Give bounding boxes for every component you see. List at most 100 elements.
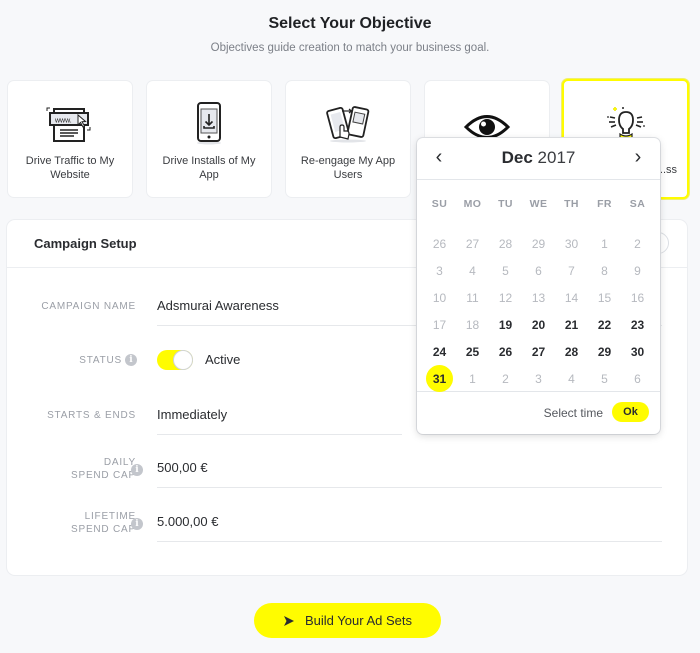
calendar-day[interactable]: 22 (588, 312, 621, 339)
weekday-label: MO (463, 198, 482, 210)
calendar-day[interactable]: 24 (423, 339, 456, 366)
calendar-day[interactable]: 27 (522, 339, 555, 366)
calendar-day-selected[interactable]: 31 (423, 365, 456, 393)
calendar-day[interactable]: 27 (456, 231, 489, 258)
campaign-name-label: CAMPAIGN NAME (41, 301, 136, 312)
calendar-day[interactable]: 26 (489, 339, 522, 366)
calendar-day[interactable]: 8 (588, 258, 621, 285)
calendar-day[interactable]: 16 (621, 285, 654, 312)
label-line: SPEND CAP (71, 470, 136, 481)
calendar-day[interactable]: 2 (621, 231, 654, 258)
calendar-day[interactable]: 30 (621, 339, 654, 366)
calendar-day[interactable]: 13 (522, 285, 555, 312)
lifetime-spend-cap-input[interactable]: 5.000,00 € (157, 514, 662, 542)
calendar-day[interactable]: 5 (489, 258, 522, 285)
label-line: SPEND CAP (71, 524, 136, 535)
lifetime-spend-cap-info-icon[interactable]: i (131, 518, 143, 530)
build-ad-sets-label: Build Your Ad Sets (305, 613, 412, 628)
calendar-day[interactable]: 12 (489, 285, 522, 312)
calendar-day[interactable]: 15 (588, 285, 621, 312)
calendar-day[interactable]: 11 (456, 285, 489, 312)
calendar-day[interactable]: 7 (555, 258, 588, 285)
label-line: DAILY (103, 457, 136, 468)
calendar-day[interactable]: 28 (489, 231, 522, 258)
weekday-label: SA (629, 198, 646, 210)
starts-ends-input[interactable]: Immediately (157, 407, 402, 435)
calendar-day[interactable]: 6 (522, 258, 555, 285)
calendar-day[interactable]: 5 (588, 366, 621, 393)
status-toggle[interactable] (157, 350, 193, 370)
weekday-header: SU MO TU WE TH FR SA (423, 198, 654, 210)
app-reengage-icon (286, 101, 410, 145)
toggle-knob (173, 350, 193, 370)
calendar-day[interactable]: 10 (423, 285, 456, 312)
calendar-week: 3456789 (423, 258, 654, 285)
date-picker: ‹ Dec 2017 › SU MO TU WE TH FR SA 26 27 28 29 30 1 2… (417, 138, 660, 434)
calendar-day[interactable]: 6 (621, 366, 654, 393)
objective-label: Re-engage My App Users (300, 155, 396, 181)
month-year-title: Dec 2017 (417, 148, 660, 168)
calendar-day[interactable]: 26 (423, 231, 456, 258)
calendar-day[interactable]: 20 (522, 312, 555, 339)
calendar-day[interactable]: 4 (456, 258, 489, 285)
select-time-link[interactable]: Select time (544, 406, 603, 420)
objective-card-app-installs[interactable]: Drive Installs of My App (147, 81, 271, 197)
calendar-day[interactable]: 25 (456, 339, 489, 366)
objective-label: Drive Installs of My App (162, 155, 256, 181)
year-label: 2017 (537, 148, 576, 167)
calendar-day[interactable]: 4 (555, 366, 588, 393)
calendar-day[interactable]: 29 (522, 231, 555, 258)
calendar-day[interactable]: 1 (456, 366, 489, 393)
status-label: STATUS (79, 355, 122, 366)
build-ad-sets-button[interactable]: Build Your Ad Sets (254, 603, 441, 638)
calendar-week: 24 25 26 27 28 29 30 (423, 339, 654, 366)
svg-text:www.: www. (54, 118, 72, 125)
status-value: Active (205, 352, 241, 367)
calendar-day[interactable]: 14 (555, 285, 588, 312)
calendar-day[interactable]: 3 (423, 258, 456, 285)
objective-label: Drive Traffic to My Website (25, 155, 115, 181)
calendar-day[interactable]: 18 (456, 312, 489, 339)
page-title: Select Your Objective (268, 15, 432, 32)
calendar-day[interactable]: 2 (489, 366, 522, 393)
calendar-day[interactable]: 23 (621, 312, 654, 339)
arrow-icon (284, 615, 294, 626)
calendar-day[interactable]: 28 (555, 339, 588, 366)
daily-spend-cap-input[interactable]: 500,00 € (157, 460, 662, 488)
calendar-day[interactable]: 21 (555, 312, 588, 339)
date-picker-header: ‹ Dec 2017 › (417, 138, 660, 180)
daily-spend-cap-info-icon[interactable]: i (131, 464, 143, 476)
weekday-label: TH (564, 198, 579, 210)
page-subtitle: Objectives guide creation to match your … (210, 42, 490, 54)
weekday-label: FR (597, 198, 612, 210)
daily-spend-cap-label: DAILY SPEND CAP (71, 456, 136, 482)
calendar-day[interactable]: 19 (489, 312, 522, 339)
calendar-day[interactable]: 1 (588, 231, 621, 258)
calendar-day[interactable]: 30 (555, 231, 588, 258)
weekday-label: TU (498, 198, 513, 210)
calendar-day[interactable]: 17 (423, 312, 456, 339)
ok-button[interactable]: Ok (612, 402, 649, 422)
starts-ends-label: STARTS & ENDS (47, 410, 136, 421)
calendar-week: 26 27 28 29 30 1 2 (423, 231, 654, 258)
calendar-week: 10 11 12 13 14 15 16 (423, 285, 654, 312)
status-info-icon[interactable]: i (125, 354, 137, 366)
website-icon: www. (8, 101, 132, 145)
app-install-icon (147, 101, 271, 145)
objective-card-website[interactable]: www. Drive Traffic to My Website (8, 81, 132, 197)
calendar-grid: 26 27 28 29 30 1 2 3 4 5 6 7 8 9 10 11 12 13 14 15 16 17 18 19 2… (423, 231, 654, 393)
lifetime-spend-cap-label: LIFETIME SPEND CAP (71, 510, 136, 536)
calendar-week: 17 18 19 20 21 22 23 (423, 312, 654, 339)
weekday-label: SU (431, 198, 448, 210)
calendar-week: 31 1 2 3 4 5 6 (423, 365, 654, 393)
label-line: LIFETIME (84, 511, 136, 522)
calendar-day[interactable]: 29 (588, 339, 621, 366)
date-picker-footer: Select time Ok (417, 391, 660, 434)
chevron-right-icon[interactable]: › (626, 146, 650, 169)
objective-card-app-reengage[interactable]: Re-engage My App Users (286, 81, 410, 197)
weekday-label: WE (529, 198, 548, 210)
month-label: Dec (501, 148, 533, 167)
calendar-day[interactable]: 9 (621, 258, 654, 285)
awareness-icon (564, 99, 687, 143)
calendar-day[interactable]: 3 (522, 366, 555, 393)
